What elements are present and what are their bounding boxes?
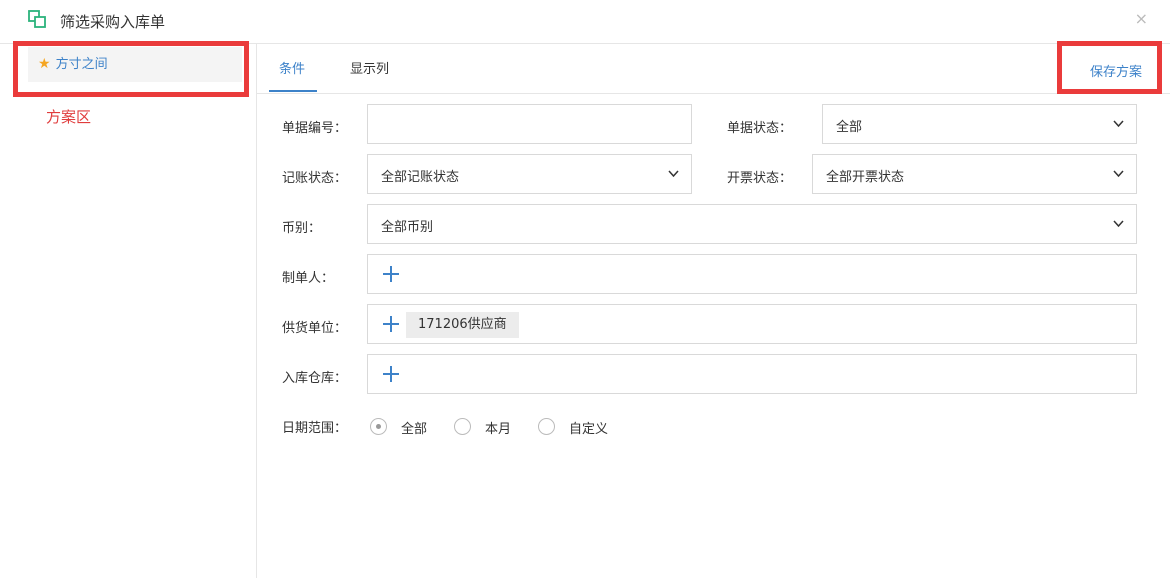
doc-no-label: 单据编号：	[282, 121, 348, 136]
currency-select[interactable]: 全部币别	[367, 204, 1137, 244]
currency-value: 全部币别	[381, 220, 434, 235]
radio-date-all-label: 全部	[401, 422, 428, 437]
close-icon[interactable]: ×	[1135, 9, 1148, 28]
warehouse-label: 入库仓库：	[282, 371, 348, 386]
bookkeeping-status-label: 记账状态：	[282, 171, 348, 186]
warehouse-field	[367, 354, 1137, 394]
currency-label: 币别：	[282, 221, 322, 236]
window-icon	[28, 10, 46, 28]
scheme-sidebar: ★ 方寸之间 方案区	[0, 41, 257, 578]
radio-date-this-month[interactable]	[454, 418, 471, 435]
supplier-field: 171206供应商	[367, 304, 1137, 344]
radio-date-all[interactable]	[370, 418, 387, 435]
supplier-label: 供货单位：	[282, 321, 348, 336]
invoice-status-select[interactable]: 全部开票状态	[812, 154, 1137, 194]
add-icon[interactable]	[382, 365, 400, 383]
supplier-tag[interactable]: 171206供应商	[406, 312, 519, 338]
window-title: 筛选采购入库单	[60, 13, 166, 31]
tab-bar: 条件 显示列 保存方案	[257, 41, 1170, 94]
doc-status-label: 单据状态：	[727, 121, 793, 136]
radio-date-custom[interactable]	[538, 418, 555, 435]
creator-label: 制单人：	[282, 271, 335, 286]
bookkeeping-status-select[interactable]: 全部记账状态	[367, 154, 692, 194]
title-bar: 筛选采购入库单 ×	[0, 0, 1170, 44]
chevron-down-icon	[668, 170, 679, 178]
chevron-down-icon	[1113, 120, 1124, 128]
radio-date-custom-label: 自定义	[569, 422, 609, 437]
star-icon: ★	[38, 56, 51, 72]
add-icon[interactable]	[382, 265, 400, 283]
scheme-item-label: 方寸之间	[55, 57, 108, 72]
radio-date-this-month-label: 本月	[485, 422, 512, 437]
creator-field	[367, 254, 1137, 294]
invoice-status-label: 开票状态：	[727, 171, 793, 186]
save-scheme-button[interactable]: 保存方案	[1090, 61, 1142, 80]
scheme-area-label: 方案区	[46, 108, 92, 126]
doc-no-input[interactable]	[367, 104, 692, 144]
chevron-down-icon	[1113, 170, 1124, 178]
doc-status-select[interactable]: 全部	[822, 104, 1137, 144]
scheme-item[interactable]: ★ 方寸之间	[28, 47, 242, 82]
chevron-down-icon	[1113, 220, 1124, 228]
active-tab-indicator	[269, 90, 317, 92]
doc-status-value: 全部	[836, 120, 863, 135]
tab-conditions[interactable]: 条件	[279, 58, 305, 77]
date-range-label: 日期范围：	[282, 421, 348, 436]
invoice-status-value: 全部开票状态	[826, 170, 905, 185]
add-icon[interactable]	[382, 315, 400, 333]
bookkeeping-status-value: 全部记账状态	[381, 170, 460, 185]
tab-display-columns[interactable]: 显示列	[350, 58, 389, 77]
